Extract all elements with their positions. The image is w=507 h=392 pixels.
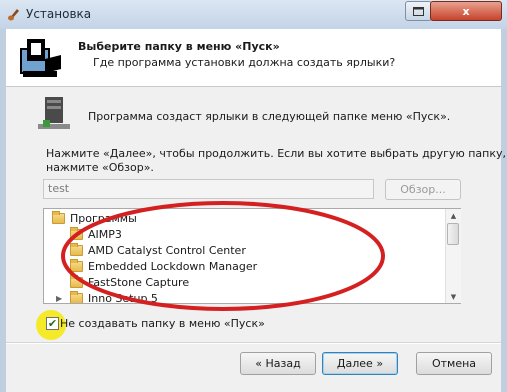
folder-icon [70, 242, 83, 256]
cancel-button[interactable]: Отмена [416, 352, 492, 375]
program-group-icon [38, 97, 70, 129]
info-text: Программа создаст ярлыки в следующей пап… [88, 110, 451, 123]
title-bar: Установка x [0, 0, 507, 30]
hint-text-line1: Нажмите «Далее», чтобы продолжить. Если … [46, 147, 506, 160]
tree-scrollbar[interactable]: ▲ ▼ [445, 209, 461, 303]
tree-item[interactable]: FastStone Capture [70, 274, 189, 290]
tree-item[interactable]: AMD Catalyst Control Center [70, 242, 246, 258]
folder-icon [70, 274, 83, 288]
wizard-header: Выберите папку в меню «Пуск» Где програм… [6, 29, 501, 87]
tree-item-label: Программы [70, 211, 137, 225]
start-menu-folder-field[interactable]: test [43, 179, 374, 199]
installer-window: Установка x Выберите папку в меню «Пуск»… [0, 0, 507, 392]
tree-item-label: FastStone Capture [88, 275, 190, 289]
computer-setup-icon [17, 35, 67, 81]
tree-item-label: Embedded Lockdown Manager [88, 259, 258, 273]
hint-text-line2: нажмите «Обзор». [46, 161, 154, 174]
folder-icon [70, 226, 83, 240]
folder-icon [70, 290, 83, 303]
back-button[interactable]: « Назад [240, 352, 316, 375]
no-folder-checkbox[interactable]: ✔ [46, 317, 59, 330]
button-separator [6, 342, 501, 344]
maximize-icon [413, 6, 424, 16]
scroll-up-arrow-icon[interactable]: ▲ [446, 209, 461, 222]
tree-item-label: AMD Catalyst Control Center [88, 243, 246, 257]
folder-icon [52, 210, 65, 224]
close-icon: x [462, 4, 470, 18]
close-button[interactable]: x [430, 1, 502, 21]
window-frame-right [501, 29, 507, 392]
tree-item[interactable]: Embedded Lockdown Manager [70, 258, 257, 274]
window-title: Установка [26, 7, 92, 21]
app-icon [8, 9, 19, 21]
next-button[interactable]: Далее » [322, 352, 398, 375]
no-folder-checkbox-label[interactable]: Не создавать папку в меню «Пуск» [60, 317, 265, 330]
browse-button[interactable]: Обзор... [385, 179, 461, 200]
tree-item[interactable]: Inno Setup 5 [70, 290, 158, 304]
scroll-down-arrow-icon[interactable]: ▼ [446, 290, 461, 303]
tree-item[interactable]: AIMP3 [70, 226, 122, 242]
tree-item-label: Inno Setup 5 [88, 291, 158, 304]
page-title: Выберите папку в меню «Пуск» [78, 40, 280, 53]
folder-icon [70, 258, 83, 272]
scrollbar-thumb[interactable] [447, 223, 459, 245]
maximize-button[interactable] [405, 1, 432, 21]
folder-tree[interactable]: Программы AIMP3 AMD Catalyst Control Cen… [43, 208, 461, 304]
page-subtitle: Где программа установки должна создать я… [93, 56, 396, 69]
tree-item-root[interactable]: Программы [52, 210, 137, 226]
expand-arrow-icon[interactable]: ▶ [56, 294, 62, 303]
tree-item-label: AIMP3 [88, 227, 122, 241]
